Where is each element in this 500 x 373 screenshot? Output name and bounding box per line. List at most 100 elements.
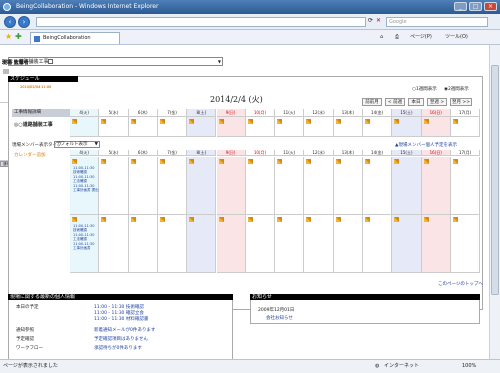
- memo-icon[interactable]: [3, 69, 9, 74]
- pencil-icon[interactable]: [189, 119, 195, 124]
- project-day-cell[interactable]: [392, 117, 422, 137]
- pencil-icon[interactable]: [189, 217, 195, 222]
- event-link[interactable]: 11:00-11:30 工法確認: [73, 233, 99, 241]
- pencil-icon[interactable]: [335, 159, 341, 164]
- schedule-cell[interactable]: [333, 215, 363, 273]
- today-button[interactable]: 本日: [408, 98, 424, 106]
- pencil-icon[interactable]: [101, 217, 107, 222]
- schedule-cell[interactable]: [392, 157, 422, 215]
- pencil-icon[interactable]: [365, 217, 370, 222]
- event-link[interactable]: 11:00-11:30 技術確認: [73, 166, 99, 174]
- event-link[interactable]: 11:00-11:30 工法確認: [73, 175, 99, 183]
- pencil-icon[interactable]: [277, 119, 283, 124]
- pencil-icon[interactable]: [394, 119, 400, 124]
- maximize-button[interactable]: □: [469, 2, 482, 11]
- schedule-cell[interactable]: [421, 215, 451, 273]
- day-header[interactable]: 9(日): [216, 109, 246, 117]
- project-day-cell[interactable]: [187, 117, 217, 137]
- pencil-icon[interactable]: [423, 217, 429, 222]
- schedule-cell[interactable]: [128, 157, 158, 215]
- pencil-icon[interactable]: [247, 119, 253, 124]
- minimize-button[interactable]: _: [454, 2, 467, 11]
- pencil-icon[interactable]: [306, 217, 312, 222]
- project-day-cell[interactable]: [363, 117, 393, 137]
- refresh-icon[interactable]: ⟳: [368, 17, 373, 24]
- browser-tab[interactable]: BeingCollaboration: [30, 32, 120, 44]
- info-value[interactable]: 予定確認項目はありません: [94, 336, 148, 342]
- vertical-scrollbar[interactable]: [489, 45, 500, 359]
- schedule-cell[interactable]: [245, 157, 276, 215]
- schedule-cell[interactable]: [99, 215, 129, 273]
- info-value[interactable]: 承認待ちが0件あります: [94, 345, 142, 351]
- schedule-cell[interactable]: [333, 157, 363, 215]
- prev-month-button[interactable]: 前前月: [362, 98, 382, 106]
- page-top-link[interactable]: このページのトップへ: [438, 281, 483, 287]
- schedule-cell[interactable]: [450, 215, 481, 273]
- schedule-cell[interactable]: [392, 215, 422, 273]
- page-menu[interactable]: ページ(P): [410, 33, 432, 42]
- pencil-icon[interactable]: [452, 159, 458, 164]
- day-header[interactable]: 16(日): [421, 109, 451, 117]
- day-header[interactable]: 11(火): [275, 109, 305, 117]
- view-one-week-radio[interactable]: ○1週間表示: [412, 86, 437, 92]
- project-day-cell[interactable]: [216, 117, 246, 137]
- pencil-icon[interactable]: [218, 217, 224, 222]
- event-link[interactable]: 11:00-11:30 技術確認: [73, 224, 99, 232]
- schedule-cell[interactable]: [128, 215, 158, 273]
- pencil-icon[interactable]: [452, 217, 458, 222]
- next-month-button[interactable]: 翌月 >>: [450, 98, 472, 106]
- pencil-icon[interactable]: [452, 119, 458, 124]
- add-calendar-link[interactable]: カレンダー追加: [14, 152, 46, 158]
- day-header[interactable]: 5(水): [99, 109, 129, 117]
- pencil-icon[interactable]: [130, 159, 136, 164]
- pencil-icon[interactable]: [218, 119, 224, 124]
- schedule-cell[interactable]: [363, 215, 393, 273]
- project-day-cell[interactable]: [421, 117, 451, 137]
- schedule-cell[interactable]: [304, 157, 334, 215]
- schedule-cell[interactable]: [304, 215, 334, 273]
- schedule-cell[interactable]: [450, 157, 481, 215]
- pencil-icon[interactable]: [306, 119, 312, 124]
- project-info-label[interactable]: 工事情報詳細: [12, 109, 70, 117]
- schedule-cell[interactable]: [275, 215, 305, 273]
- project-day-cell[interactable]: [333, 117, 363, 137]
- schedule-cell[interactable]: [363, 157, 393, 215]
- member-type-select[interactable]: デフォルト表示 ▼: [54, 141, 100, 148]
- day-header[interactable]: 17(月): [450, 109, 481, 117]
- schedule-cell[interactable]: [99, 157, 129, 215]
- event-link[interactable]: 11:00-11:30 工事計画書 提出: [73, 184, 99, 192]
- project-day-cell[interactable]: [128, 117, 158, 137]
- pencil-icon[interactable]: [72, 217, 77, 222]
- schedule-cell[interactable]: 11:00-11:30 技術確認 11:00-11:30 工法確認 11:00-11…: [70, 157, 100, 215]
- address-field[interactable]: [36, 17, 366, 27]
- day-header[interactable]: 6(木): [128, 109, 158, 117]
- pencil-icon[interactable]: [159, 217, 165, 222]
- pencil-icon[interactable]: [189, 159, 195, 164]
- pencil-icon[interactable]: [130, 119, 136, 124]
- schedule-cell[interactable]: [245, 215, 276, 273]
- show-member-link[interactable]: ▲現場メンバー個人予定を表示: [395, 142, 457, 148]
- info-value[interactable]: 11:00 - 11:30 材料確認書: [94, 316, 148, 322]
- pencil-icon[interactable]: [247, 159, 253, 164]
- project-day-cell[interactable]: [304, 117, 334, 137]
- pencil-icon[interactable]: [159, 119, 165, 124]
- close-button[interactable]: ×: [484, 2, 497, 11]
- project-day-cell[interactable]: [99, 117, 129, 137]
- scroll-thumb[interactable]: [491, 65, 499, 295]
- event-link[interactable]: 11:00-11:30 工事計画書: [73, 242, 99, 250]
- pencil-icon[interactable]: [335, 217, 341, 222]
- pencil-icon[interactable]: [101, 159, 107, 164]
- prev-week-button[interactable]: < 前週: [385, 98, 405, 106]
- notice-link[interactable]: 会社お知らせ: [266, 315, 293, 321]
- back-button[interactable]: ‹: [4, 16, 16, 28]
- schedule-cell[interactable]: [157, 215, 188, 273]
- info-value[interactable]: 新着通知メールが0件あります: [94, 327, 155, 333]
- pencil-icon[interactable]: [365, 159, 370, 164]
- day-header[interactable]: 4(火): [70, 109, 100, 117]
- stop-icon[interactable]: ✕: [376, 17, 381, 24]
- day-header[interactable]: 12(水): [304, 109, 334, 117]
- pencil-icon[interactable]: [306, 159, 312, 164]
- tools-menu[interactable]: ツール(O): [445, 33, 468, 42]
- project-day-cell[interactable]: [157, 117, 188, 137]
- search-input[interactable]: Google: [386, 17, 488, 27]
